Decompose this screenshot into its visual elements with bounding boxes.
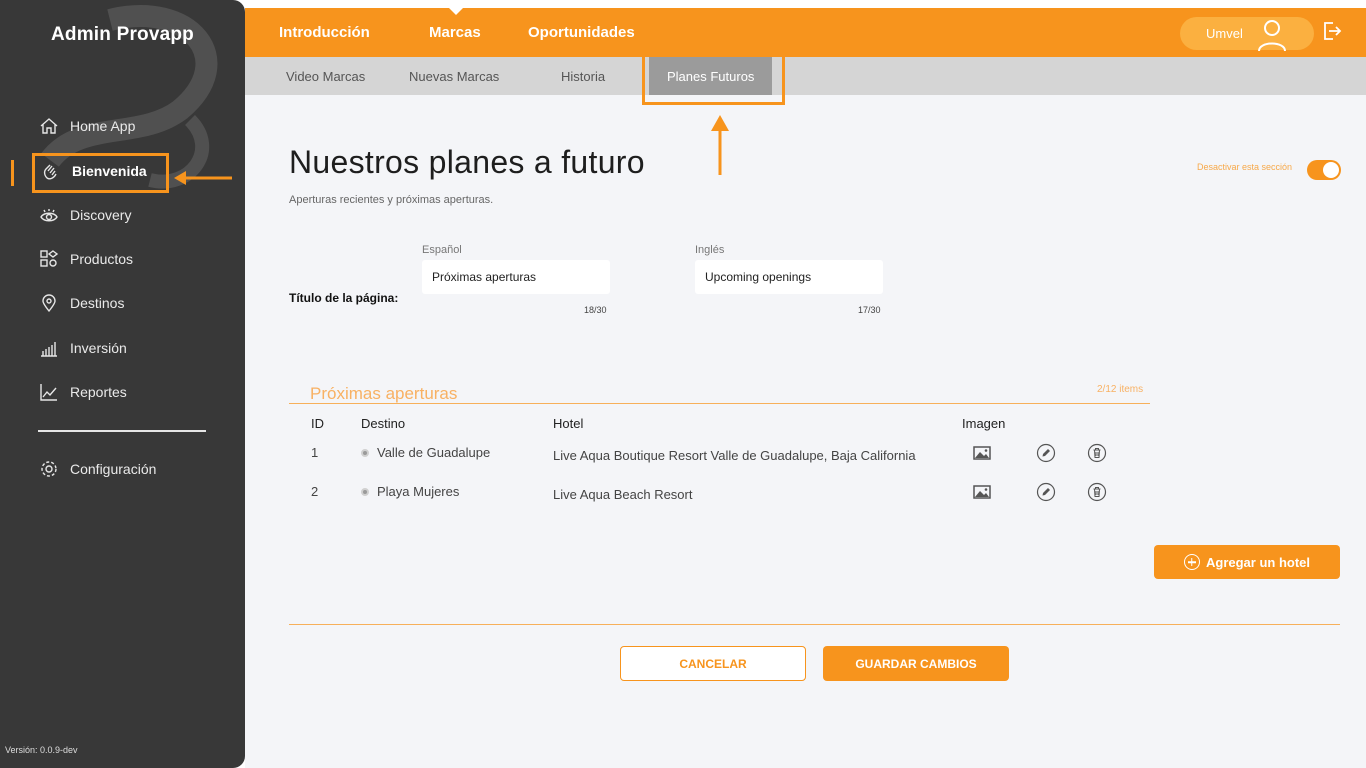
- column-header-id: ID: [311, 416, 324, 431]
- page-title: Nuestros planes a futuro: [289, 144, 645, 180]
- annotation-arrow-up-icon: [711, 115, 729, 175]
- sidebar-item-label: Discovery: [70, 207, 132, 223]
- page-title-field-label: Título de la página:: [289, 291, 399, 305]
- row-2-destino-text: Playa Mujeres: [377, 484, 460, 499]
- footer-divider: [289, 624, 1340, 625]
- section-title: Próximas aperturas: [310, 384, 458, 403]
- row-1-destino: Valle de Guadalupe: [361, 445, 490, 460]
- column-header-hotel: Hotel: [553, 416, 584, 431]
- toggle-label: Desactivar esta sección: [1197, 162, 1293, 172]
- title-spanish-input[interactable]: [422, 260, 610, 294]
- sidebar-item-configuracion[interactable]: Configuración: [38, 455, 156, 483]
- sidebar-item-label: Productos: [70, 251, 134, 267]
- english-char-counter: 17/30: [858, 305, 881, 315]
- sidebar-item-label: Destinos: [70, 295, 125, 311]
- tab-marcas[interactable]: Marcas: [429, 8, 481, 57]
- page-subtitle: Aperturas recientes y próximas aperturas…: [289, 194, 494, 206]
- sidebar-item-inversion[interactable]: Inversión: [38, 334, 127, 362]
- save-changes-button[interactable]: GUARDAR CAMBIOS: [823, 646, 1009, 681]
- column-header-destino: Destino: [361, 416, 406, 431]
- line-chart-icon: [38, 381, 60, 403]
- image-icon[interactable]: [972, 443, 992, 463]
- section-divider: [289, 403, 1150, 404]
- active-indicator: [11, 160, 14, 186]
- sidebar-item-reportes[interactable]: Reportes: [38, 378, 127, 406]
- highlight-box-bienvenida: [32, 153, 169, 193]
- row-2-hotel: Live Aqua Beach Resort: [553, 487, 693, 502]
- subtab-historia[interactable]: Historia: [561, 57, 605, 95]
- sidebar-item-label: Reportes: [70, 384, 127, 400]
- sidebar-item-discovery[interactable]: Discovery: [38, 201, 131, 229]
- subtab-video-marcas[interactable]: Video Marcas: [286, 57, 365, 95]
- plus-circle-icon: [1183, 554, 1200, 570]
- tab-introduccion[interactable]: Introducción: [279, 8, 370, 57]
- gear-icon: [38, 458, 60, 480]
- location-pin-icon: [38, 292, 60, 314]
- bar-chart-icon: [38, 337, 60, 359]
- sidebar-item-label: Home App: [70, 118, 136, 134]
- radio-icon: [361, 448, 369, 457]
- spanish-char-counter: 18/30: [584, 305, 607, 315]
- column-header-imagen: Imagen: [962, 416, 1006, 431]
- sidebar-divider: [38, 430, 206, 432]
- subtab-nuevas-marcas[interactable]: Nuevas Marcas: [409, 57, 499, 95]
- trash-icon[interactable]: [1087, 482, 1107, 502]
- add-hotel-button[interactable]: Agregar un hotel: [1154, 545, 1340, 579]
- tab-oportunidades[interactable]: Oportunidades: [528, 8, 635, 57]
- add-hotel-label: Agregar un hotel: [1205, 554, 1310, 570]
- row-1-destino-text: Valle de Guadalupe: [377, 445, 491, 460]
- spanish-label: Español: [422, 244, 462, 256]
- active-tab-indicator: [449, 8, 463, 15]
- trash-icon[interactable]: [1087, 443, 1107, 463]
- sidebar-item-productos[interactable]: Productos: [38, 245, 133, 273]
- sidebar-item-label: Configuración: [70, 461, 157, 477]
- annotation-arrow-left-icon: [174, 171, 232, 185]
- user-name: Umvel: [1206, 26, 1243, 41]
- row-1-id: 1: [311, 445, 319, 460]
- sidebar-item-destinos[interactable]: Destinos: [38, 289, 124, 317]
- row-1-hotel: Live Aqua Boutique Resort Valle de Guada…: [553, 448, 916, 463]
- logout-icon[interactable]: [1321, 20, 1343, 42]
- cancel-button[interactable]: CANCELAR: [620, 646, 806, 681]
- sidebar-item-home-app[interactable]: Home App: [38, 112, 135, 140]
- grid-shapes-icon: [38, 248, 60, 270]
- sidebar-item-label: Inversión: [70, 340, 127, 356]
- edit-pencil-icon[interactable]: [1036, 482, 1056, 502]
- edit-pencil-icon[interactable]: [1036, 443, 1056, 463]
- title-english-input[interactable]: [695, 260, 883, 294]
- row-2-id: 2: [311, 484, 319, 499]
- home-icon: [38, 115, 60, 137]
- row-2-destino: Playa Mujeres: [361, 484, 459, 499]
- section-item-count: 2/12 items: [1097, 384, 1144, 395]
- toggle-knob: [1323, 162, 1339, 178]
- sidebar: Admin Provapp Home App Bienvenida Discov…: [0, 0, 245, 768]
- eye-icon: [38, 204, 60, 226]
- user-avatar-icon: [1258, 20, 1286, 52]
- version-label: Versión: 0.0.9-dev: [5, 745, 78, 755]
- user-menu[interactable]: Umvel: [1180, 17, 1314, 52]
- english-label: Inglés: [695, 244, 725, 256]
- app-title: Admin Provapp: [50, 24, 194, 45]
- image-icon[interactable]: [972, 482, 992, 502]
- radio-icon: [361, 487, 369, 496]
- highlight-box-planes-futuros: [642, 51, 785, 105]
- section-toggle[interactable]: [1307, 160, 1341, 180]
